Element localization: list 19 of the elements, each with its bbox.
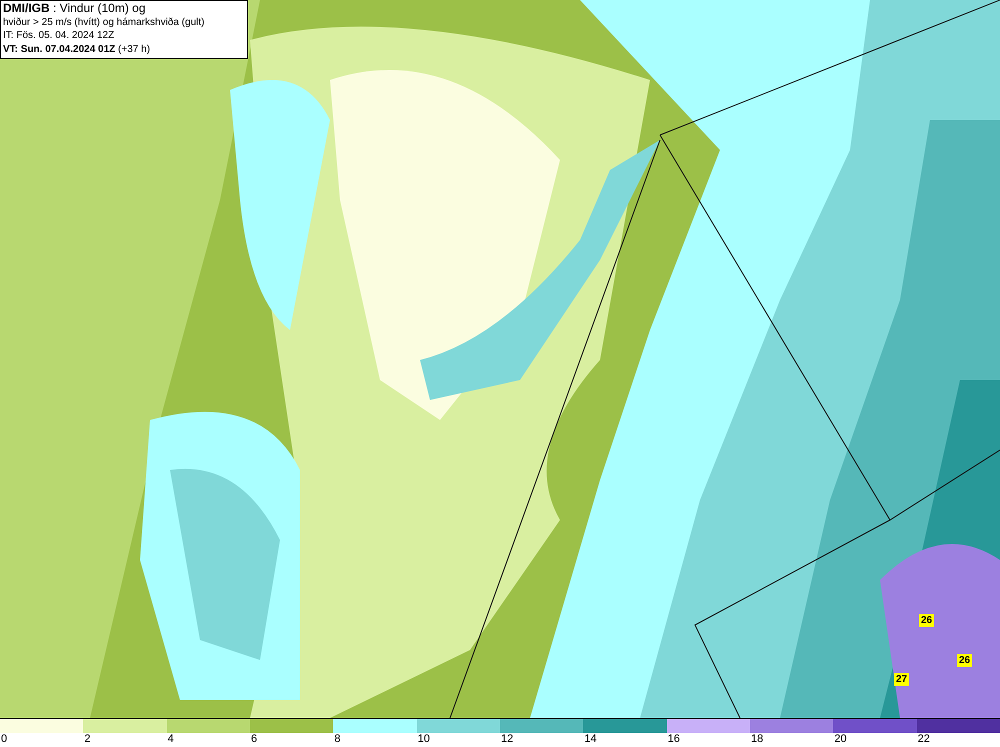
legend-tick-label: 12 bbox=[500, 733, 514, 746]
legend-tick-label: 22 bbox=[916, 733, 930, 746]
gust-label: 26 bbox=[957, 654, 972, 667]
legend-tick-label: 14 bbox=[583, 733, 597, 746]
legend-tick-label: 0 bbox=[0, 733, 8, 746]
legend-tick-label: 18 bbox=[750, 733, 764, 746]
legend-tick-label: 6 bbox=[250, 733, 258, 746]
legend-tick-label: 2 bbox=[83, 733, 90, 746]
legend-tick-label: 8 bbox=[333, 733, 340, 746]
title-line: DMI/IGB : Vindur (10m) og bbox=[3, 2, 146, 16]
legend-tick-label: 16 bbox=[666, 733, 680, 746]
legend-tick-label: 20 bbox=[833, 733, 847, 746]
legend-tick-label: 10 bbox=[416, 733, 430, 746]
gust-label: 27 bbox=[894, 673, 910, 686]
title-line: IT: Fös. 05. 04. 2024 12Z bbox=[3, 29, 116, 42]
legend-tick-label: 4 bbox=[166, 733, 174, 746]
gust-label: 26 bbox=[919, 614, 934, 627]
title-line: hviður > 25 m/s (hvítt) og hámarkshviða (gult) bbox=[3, 16, 206, 29]
title-line: VT: Sun. 07.04.2024 01Z (+37 h) bbox=[3, 42, 152, 56]
